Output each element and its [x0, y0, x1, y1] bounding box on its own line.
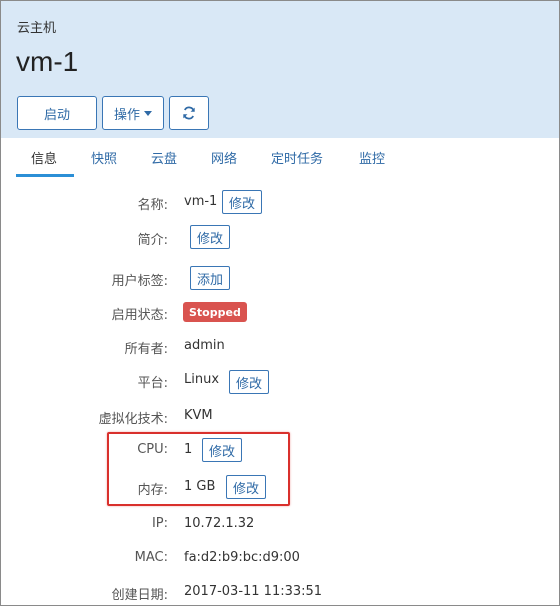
info-row-created: 创建日期: 2017-03-11 11:33:51 [0, 582, 560, 606]
info-row-user-tags: 用户标签: 添加 [0, 266, 560, 296]
info-row-name: 名称: vm-1 修改 [0, 190, 560, 220]
refresh-button[interactable] [169, 96, 209, 130]
hypervisor-value: KVM [184, 408, 213, 423]
info-row-ip: IP: 10.72.1.32 [0, 514, 560, 542]
info-row-mac: MAC: fa:d2:b9:bc:d9:00 [0, 548, 560, 576]
caret-down-icon [144, 110, 152, 116]
active-tab-indicator [16, 174, 74, 177]
name-value: vm-1 [184, 194, 218, 209]
owner-label: 所有者: [124, 342, 168, 357]
ip-label: IP: [151, 516, 168, 531]
platform-value: Linux [184, 372, 220, 387]
refresh-icon [183, 106, 195, 120]
platform-label: 平台: [137, 376, 168, 391]
owner-value: admin [184, 338, 225, 353]
tab-volumes[interactable]: 云盘 [151, 148, 177, 167]
info-row-platform: 平台: Linux 修改 [0, 370, 560, 398]
operations-label: 操作 [113, 107, 140, 123]
operations-dropdown-button[interactable]: 操作 [102, 96, 164, 130]
breadcrumb[interactable]: 云主机 [17, 17, 56, 36]
tab-network[interactable]: 网络 [211, 148, 237, 167]
hypervisor-label: 虚拟化技术: [98, 412, 168, 427]
add-tag-button[interactable]: 添加 [190, 266, 231, 290]
info-row-state: 启用状态: Stopped [0, 302, 560, 330]
info-row-description: 简介: 修改 [0, 225, 560, 255]
edit-description-button[interactable]: 修改 [190, 225, 231, 249]
page-title: vm-1 [16, 46, 79, 77]
mac-label: MAC: [134, 550, 168, 565]
status-badge: Stopped [183, 302, 247, 322]
tab-scheduled-jobs[interactable]: 定时任务 [271, 148, 323, 167]
tab-info[interactable]: 信息 [31, 148, 57, 167]
edit-name-button[interactable]: 修改 [222, 190, 263, 214]
info-row-owner: 所有者: admin [0, 336, 560, 364]
page-header: 云主机 vm-1 启动 操作 [1, 1, 559, 138]
state-label: 启用状态: [111, 308, 168, 323]
description-label: 简介: [137, 233, 168, 248]
tab-monitoring[interactable]: 监控 [359, 148, 385, 167]
created-value: 2017-03-11 11:33:51 [184, 584, 323, 599]
mac-value: fa:d2:b9:bc:d9:00 [184, 550, 300, 565]
user-tags-label: 用户标签: [111, 274, 168, 289]
highlight-box [107, 432, 290, 506]
created-label: 创建日期: [111, 588, 168, 603]
edit-platform-button[interactable]: 修改 [229, 370, 270, 394]
name-label: 名称: [137, 198, 168, 213]
start-button[interactable]: 启动 [17, 96, 97, 130]
info-row-hypervisor: 虚拟化技术: KVM [0, 406, 560, 434]
ip-value: 10.72.1.32 [184, 516, 255, 531]
tab-snapshots[interactable]: 快照 [91, 148, 117, 167]
